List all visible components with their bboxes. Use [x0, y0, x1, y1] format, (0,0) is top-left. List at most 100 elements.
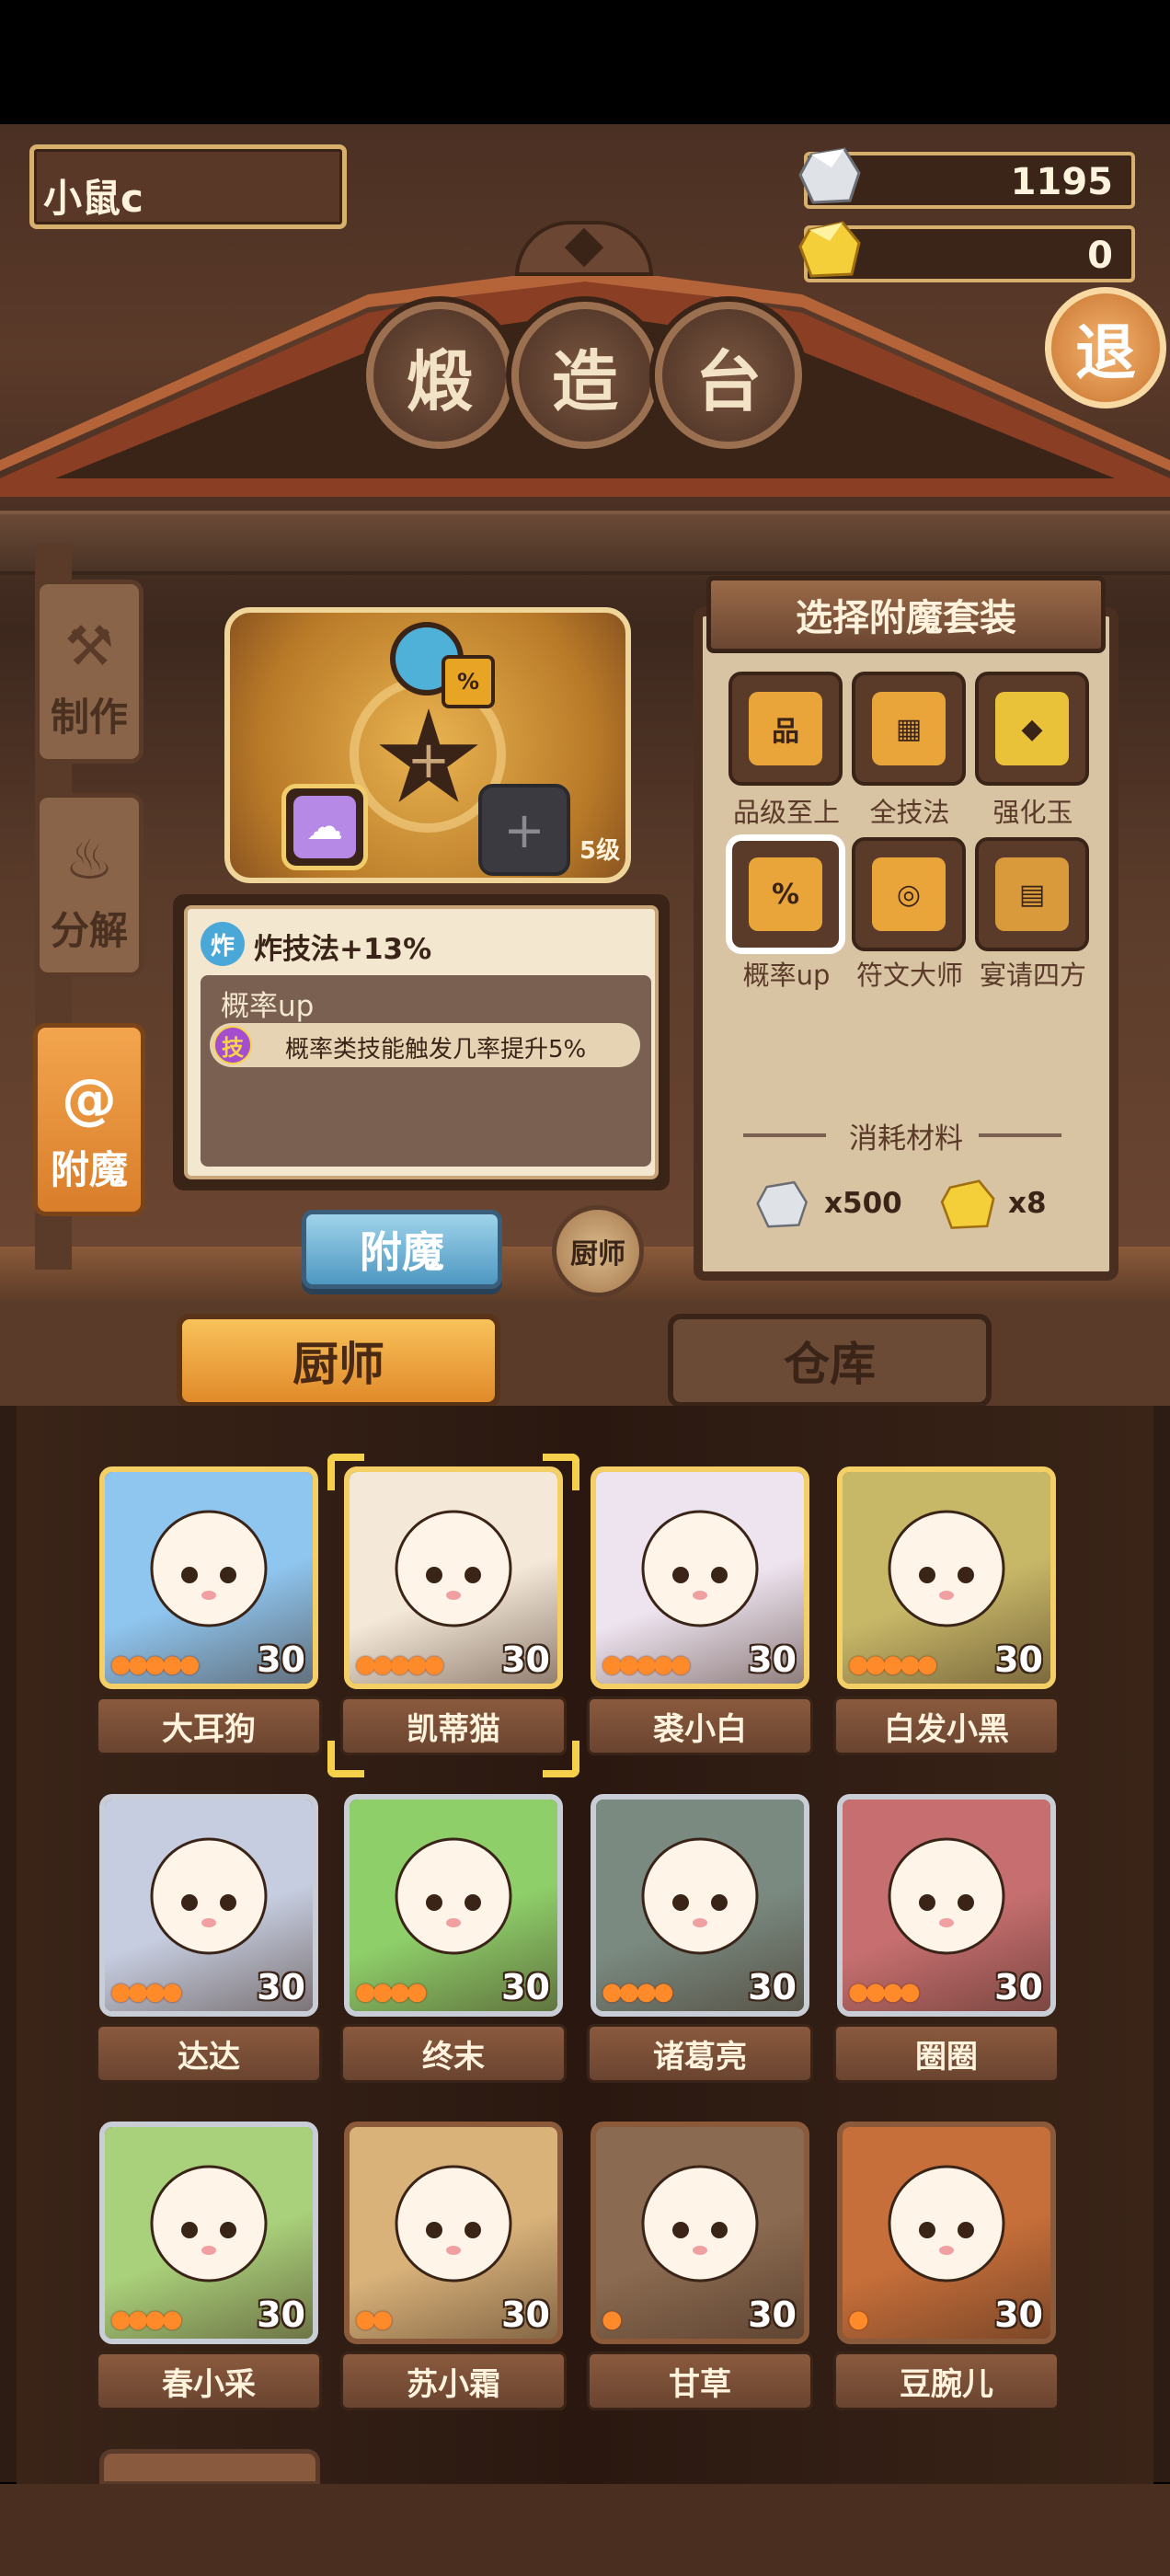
gold-ore-icon: [940, 1179, 995, 1229]
chef-name: 豆腕儿: [833, 2352, 1060, 2410]
tab-craft[interactable]: ⚒ 制作: [35, 580, 143, 764]
chef-name: 终末: [340, 2024, 567, 2083]
chef-card[interactable]: ●●●●● 30 白发小黑: [833, 1466, 1060, 1755]
plus-icon: +: [503, 800, 545, 859]
chef-card[interactable]: ●●●● 30 终末: [340, 1794, 567, 2083]
rank-flames: ●●●●●: [602, 1650, 691, 1678]
chef-level: 30: [748, 1967, 797, 2007]
chef-card[interactable]: ●●●● 30 春小采: [96, 2122, 322, 2410]
chef-face: [641, 1837, 759, 1955]
cost-silver: x500: [824, 1187, 902, 1220]
tab-enchant[interactable]: @ 附魔: [33, 1023, 145, 1216]
info-card-title: 概率up: [221, 990, 315, 1023]
chef-card[interactable]: ●●●● 30 圈圈: [833, 1794, 1060, 2083]
fry-badge-icon: 炸: [201, 922, 245, 966]
chef-name: 苏小霜: [340, 2352, 567, 2410]
chef-face: [641, 1510, 759, 1627]
set-item-jade[interactable]: ◆: [975, 672, 1089, 786]
chef-card[interactable]: ●●●● 30 达达: [96, 1794, 322, 2083]
consume-label: 消耗材料: [849, 1122, 963, 1156]
chef-portrait-frame: ● 30: [837, 2122, 1056, 2344]
chef-name: 达达: [96, 2024, 322, 2083]
chef-card[interactable]: ●●●●● 30 凯蒂猫: [340, 1466, 567, 1755]
tab-enchant-label: 附魔: [50, 1147, 128, 1192]
enchant-info-panel: 炸 炸技法+13% 概率up 技 概率类技能触发几率提升5%: [173, 894, 670, 1190]
swirl-icon: @: [62, 1067, 117, 1132]
rank-flames: ●: [848, 2306, 869, 2333]
chef-face: [395, 1837, 512, 1955]
set-item-banquet[interactable]: ▤: [975, 837, 1089, 951]
hammer-icon: ⚒: [64, 615, 114, 679]
chef-portrait-frame: ●● 30: [344, 2122, 563, 2344]
silver-amount: 1195: [1010, 161, 1113, 203]
tab-chefs[interactable]: 厨师: [177, 1314, 500, 1408]
rank-flames: ●●●●●: [848, 1650, 937, 1678]
chef-card[interactable]: ● 30 甘草: [587, 2122, 813, 2410]
banquet-icon: ▤: [995, 857, 1069, 931]
skill-badge-icon: 技: [213, 1026, 252, 1064]
title-char-1: 煅: [366, 302, 513, 449]
status-bar-area: [0, 0, 1170, 124]
chef-card[interactable]: ●●●●● 30 大耳狗: [96, 1466, 322, 1755]
selection-corner: [327, 1741, 364, 1777]
set-label-probability: 概率up: [742, 960, 831, 991]
exit-button[interactable]: 退: [1045, 287, 1166, 408]
chef-portrait-frame: ●●●● 30: [591, 1794, 809, 2017]
chef-face: [395, 1510, 512, 1627]
rank-flames: ●●●●: [602, 1978, 674, 2006]
probability-icon: %: [749, 857, 822, 931]
chef-level: 30: [994, 1967, 1043, 2007]
fire-icon: ♨: [64, 828, 114, 892]
chef-portrait-frame: ●●●●● 30: [591, 1466, 809, 1689]
chef-name: 裘小白: [587, 1696, 813, 1755]
chef-name: 春小采: [96, 2352, 322, 2410]
set-label-rune-master: 符文大师: [855, 960, 963, 991]
selection-corner: [543, 1741, 579, 1777]
tab-decompose[interactable]: ♨ 分解: [35, 793, 143, 977]
chef-level: 30: [994, 1639, 1043, 1680]
enchant-button[interactable]: 附魔: [302, 1210, 502, 1289]
selection-corner: [327, 1454, 364, 1490]
chef-portrait-frame: ●●●●● 30: [99, 1466, 318, 1689]
chef-face: [150, 1510, 268, 1627]
rank-flames: ●●●●: [848, 1978, 921, 2006]
tab-craft-label: 制作: [50, 695, 128, 740]
silver-ore-icon: [756, 1180, 809, 1228]
rank-flames: ●: [602, 2306, 623, 2333]
chef-level: 30: [501, 1639, 550, 1680]
set-item-all-skill[interactable]: ▦: [852, 672, 966, 786]
chef-card[interactable]: ●●●● 30 诸葛亮: [587, 1794, 813, 2083]
chef-face: [888, 2165, 1005, 2283]
chef-name: 甘草: [587, 2352, 813, 2410]
tab-storage[interactable]: 仓库: [668, 1314, 992, 1408]
chef-face: [888, 1837, 1005, 1955]
altar-right-slot[interactable]: +: [478, 784, 570, 876]
set-item-quality[interactable]: 品: [728, 672, 843, 786]
chef-face: [150, 2165, 268, 2283]
chef-name: 圈圈: [833, 2024, 1060, 2083]
chef-level: 30: [257, 1639, 305, 1680]
quality-icon: 品: [749, 692, 822, 765]
chef-round-button[interactable]: 厨师: [552, 1205, 644, 1297]
set-item-probability[interactable]: %: [728, 837, 843, 951]
chef-name: 凯蒂猫: [340, 1696, 567, 1755]
chef-card[interactable]: ●●●●● 30 裘小白: [587, 1466, 813, 1755]
skill-board-icon: ▦: [872, 692, 946, 765]
chef-portrait-frame: ●●●● 30: [344, 1794, 563, 2017]
chef-card[interactable]: ● 30 豆腕儿: [833, 2122, 1060, 2410]
chef-level: 30: [257, 2294, 305, 2335]
chef-level: 30: [257, 1967, 305, 2007]
probability-badge-icon: %: [442, 655, 495, 708]
chef-name: 大耳狗: [96, 1696, 322, 1755]
altar-left-slot[interactable]: ☁: [281, 784, 368, 870]
chef-card[interactable]: ●● 30 苏小霜: [340, 2122, 567, 2410]
chef-level: 30: [501, 2294, 550, 2335]
jade-icon: ◆: [995, 692, 1069, 765]
set-item-rune-master[interactable]: ◎: [852, 837, 966, 951]
tab-bar: [0, 1301, 1170, 1411]
info-effect-line: 技 概率类技能触发几率提升5%: [210, 1023, 640, 1067]
selection-corner: [543, 1454, 579, 1490]
player-name: 小鼠c: [43, 176, 143, 221]
rank-flames: ●●●●: [110, 2306, 183, 2333]
wooden-beam: [0, 511, 1170, 575]
